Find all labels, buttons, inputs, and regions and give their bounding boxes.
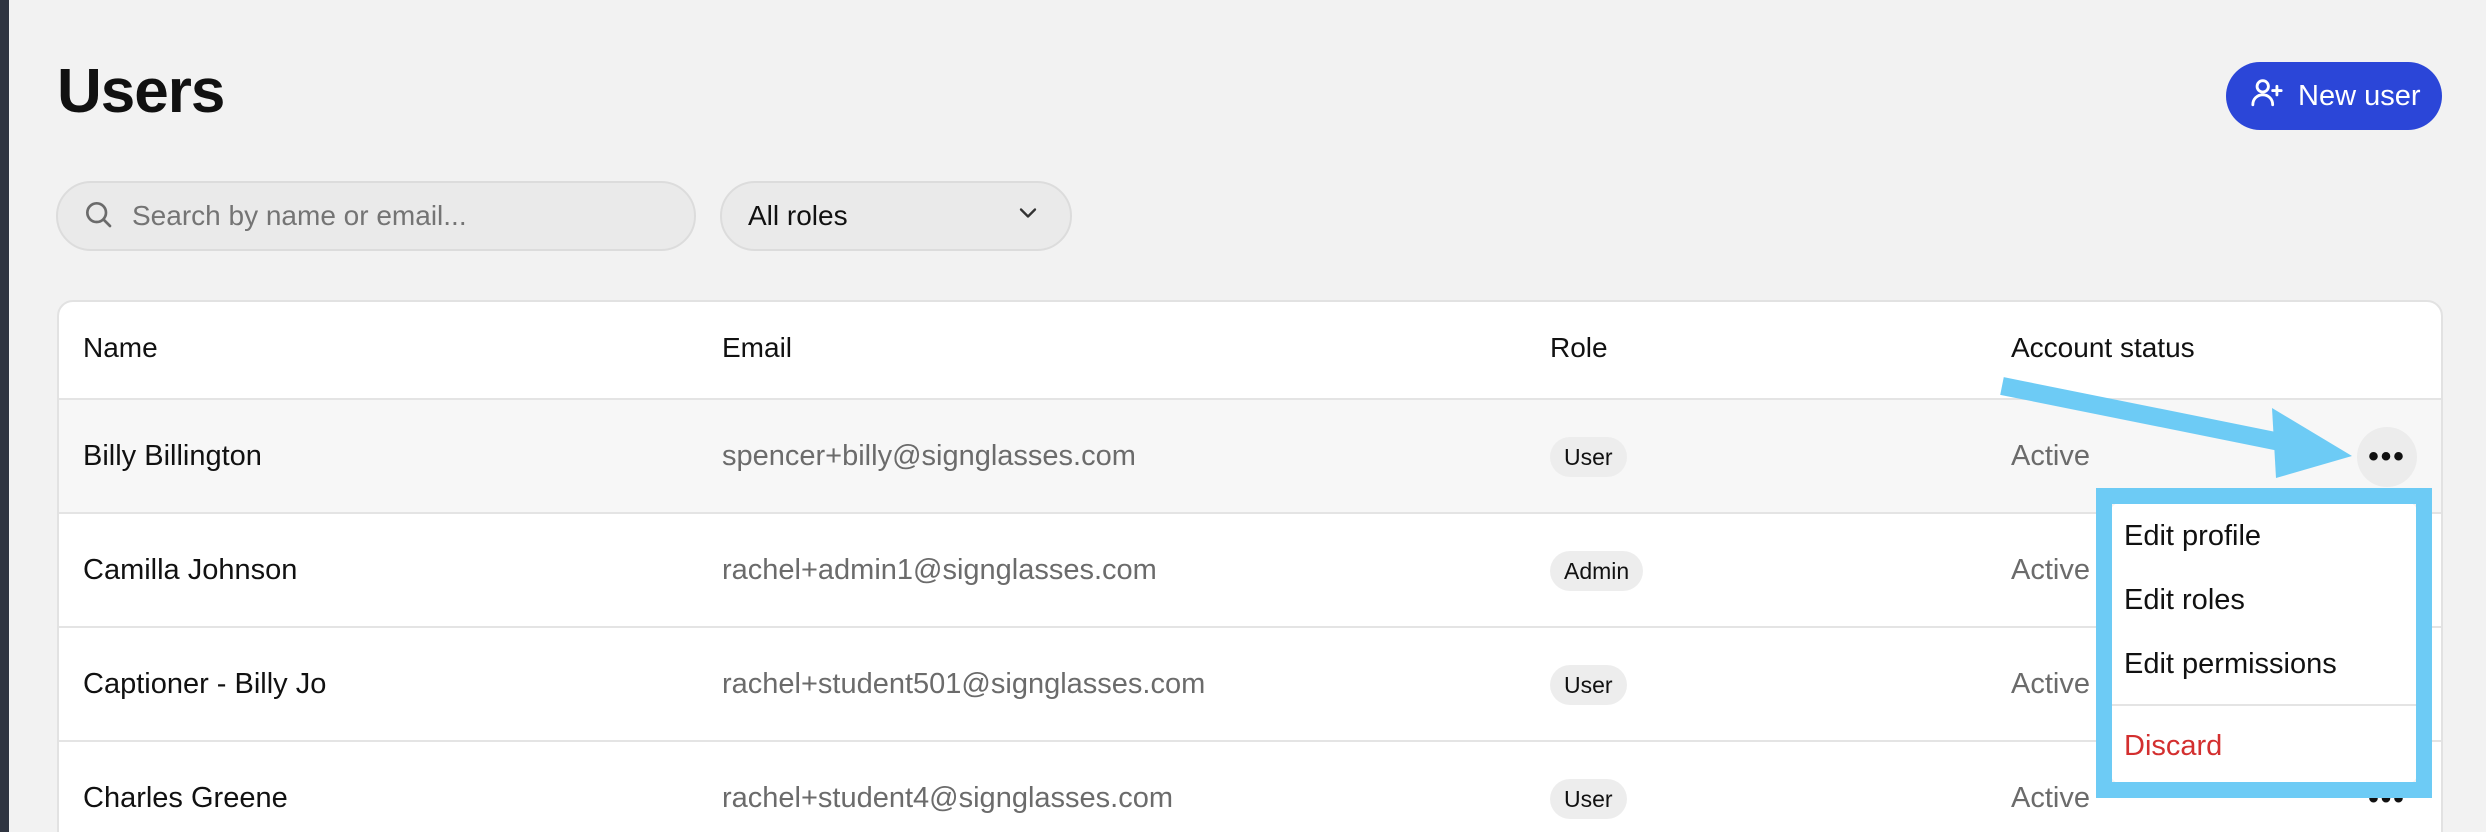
user-name: Billy Billington xyxy=(83,440,262,472)
status-text: Active xyxy=(2011,782,2090,814)
new-user-label: New user xyxy=(2298,79,2421,112)
search-field[interactable] xyxy=(56,181,696,251)
chevron-down-icon xyxy=(1014,199,1042,234)
search-input[interactable] xyxy=(132,200,672,232)
user-email: spencer+billy@signglasses.com xyxy=(722,440,1136,472)
role-badge: User xyxy=(1550,779,1627,819)
app-sidebar-edge xyxy=(0,0,9,832)
user-plus-icon xyxy=(2250,75,2284,117)
role-filter-select[interactable]: All roles xyxy=(720,181,1072,251)
users-table: Name Email Role Account status Billy Bil… xyxy=(57,300,2443,832)
table-row[interactable]: Billy Billington spencer+billy@signglass… xyxy=(59,400,2441,514)
user-email: rachel+student501@signglasses.com xyxy=(722,668,1206,700)
user-name: Camilla Johnson xyxy=(83,554,298,586)
role-badge: Admin xyxy=(1550,551,1644,591)
status-text: Active xyxy=(2011,440,2090,472)
role-badge: User xyxy=(1550,437,1627,477)
annotation-highlight-box xyxy=(2096,488,2432,798)
status-text: Active xyxy=(2011,668,2090,700)
table-row[interactable]: Captioner - Billy Jo rachel+student501@s… xyxy=(59,628,2441,742)
role-filter-value: All roles xyxy=(748,200,848,231)
page-title: Users xyxy=(57,57,225,126)
table-row[interactable]: Charles Greene rachel+student4@signglass… xyxy=(59,742,2441,832)
user-name: Captioner - Billy Jo xyxy=(83,668,327,700)
more-horizontal-icon[interactable]: ••• xyxy=(2357,427,2417,487)
user-name: Charles Greene xyxy=(83,782,288,814)
column-header-name: Name xyxy=(83,332,158,363)
search-icon xyxy=(82,198,114,235)
table-row[interactable]: Camilla Johnson rachel+admin1@signglasse… xyxy=(59,514,2441,628)
role-badge: User xyxy=(1550,665,1627,705)
status-text: Active xyxy=(2011,554,2090,586)
new-user-button[interactable]: New user xyxy=(2226,62,2442,130)
user-email: rachel+student4@signglasses.com xyxy=(722,782,1173,814)
table-header: Name Email Role Account status xyxy=(59,302,2441,400)
column-header-status: Account status xyxy=(2011,332,2195,363)
column-header-role: Role xyxy=(1550,332,1608,363)
column-header-email: Email xyxy=(722,332,793,363)
user-email: rachel+admin1@signglasses.com xyxy=(722,554,1157,586)
